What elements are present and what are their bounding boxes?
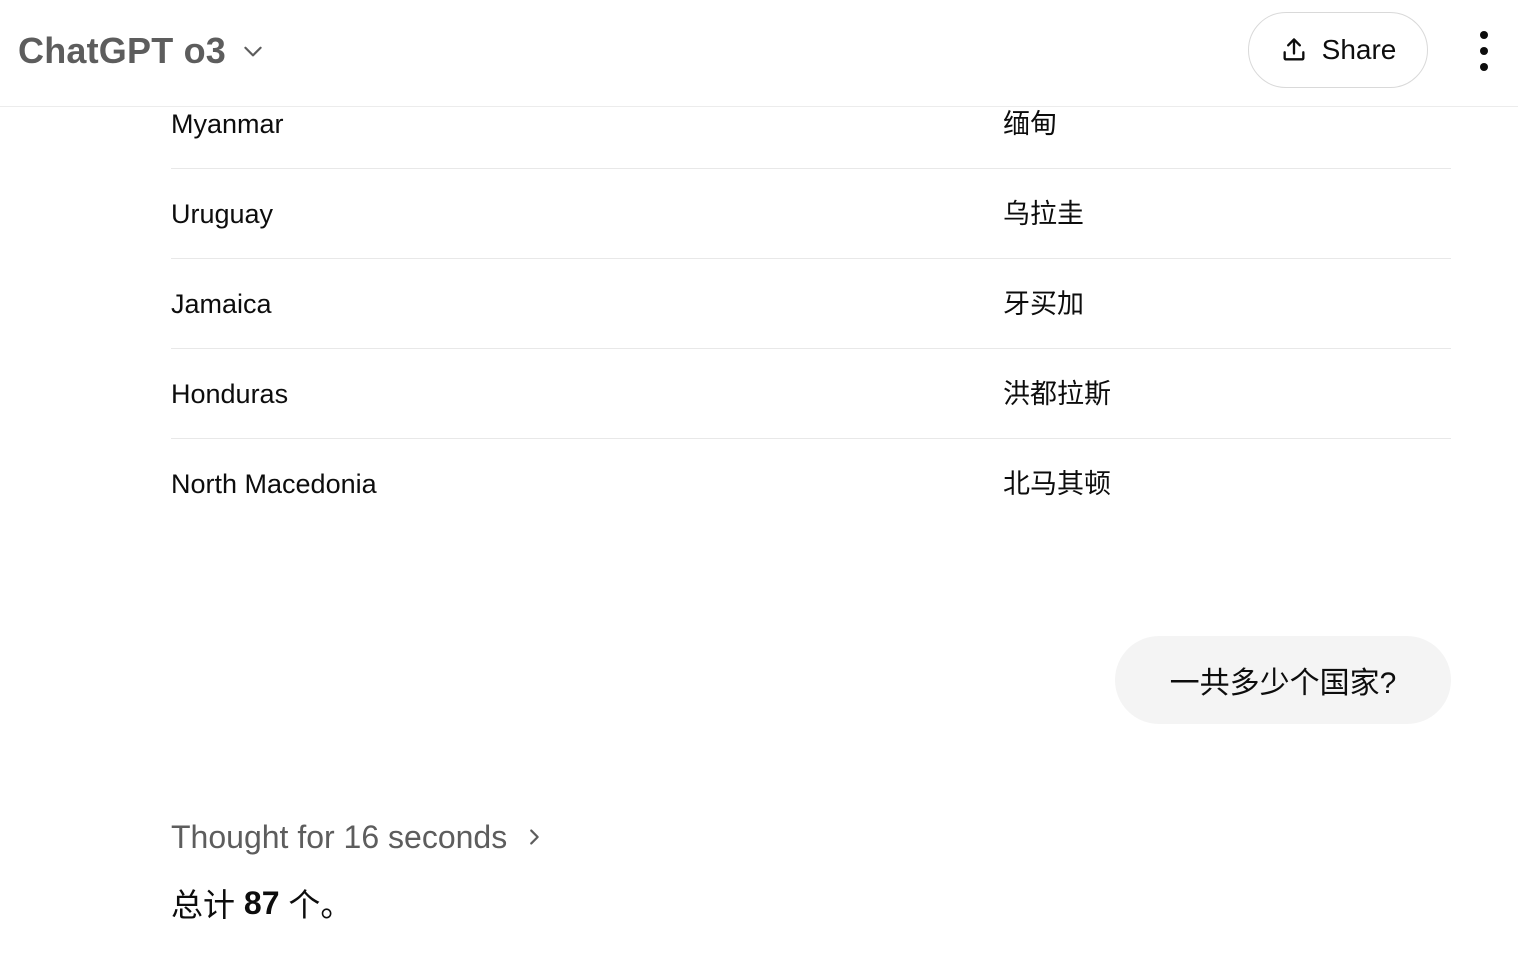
chevron-right-icon [523,826,545,848]
user-message-text: 一共多少个国家? [1169,667,1397,700]
country-name-en: Jamaica [171,289,272,319]
model-name: ChatGPT o3 [18,30,227,71]
country-table: Myanmar 缅甸 Uruguay 乌拉圭 Jamaica 牙买加 Hondu… [171,79,1451,529]
answer-suffix: 个。 [279,887,353,923]
share-button[interactable]: Share [1248,12,1428,88]
answer-prefix: 总计 [171,887,244,923]
assistant-answer: 总计 87 个。 [171,880,352,926]
share-label: Share [1321,34,1397,65]
country-name-zh: 乌拉圭 [1003,199,1084,229]
country-name-zh: 洪都拉斯 [1003,379,1111,409]
country-name-zh: 北马其顿 [1003,469,1111,499]
table-row: Honduras 洪都拉斯 [171,349,1451,439]
table-row: North Macedonia 北马其顿 [171,439,1451,529]
country-name-zh: 牙买加 [1003,289,1084,319]
share-icon [1280,36,1308,64]
more-dot [1480,47,1488,55]
table-row: Jamaica 牙买加 [171,259,1451,349]
country-name-en: Uruguay [171,199,274,229]
chat-page: Myanmar 缅甸 Uruguay 乌拉圭 Jamaica 牙买加 Hondu… [0,0,1518,954]
model-switcher[interactable]: ChatGPT o3 [18,28,266,74]
chevron-down-icon [240,38,266,64]
country-name-en: North Macedonia [171,469,377,499]
answer-count: 87 [243,884,280,921]
more-dot [1480,31,1488,39]
country-name-en: Honduras [171,379,289,409]
more-options-button[interactable] [1466,28,1502,74]
thought-toggle[interactable]: Thought for 16 seconds [171,812,545,862]
thought-label: Thought for 16 seconds [171,818,508,855]
top-bar: ChatGPT o3 Share [0,0,1518,107]
user-message-bubble: 一共多少个国家? [1115,636,1451,724]
table-row: Uruguay 乌拉圭 [171,169,1451,259]
more-dot [1480,63,1488,71]
